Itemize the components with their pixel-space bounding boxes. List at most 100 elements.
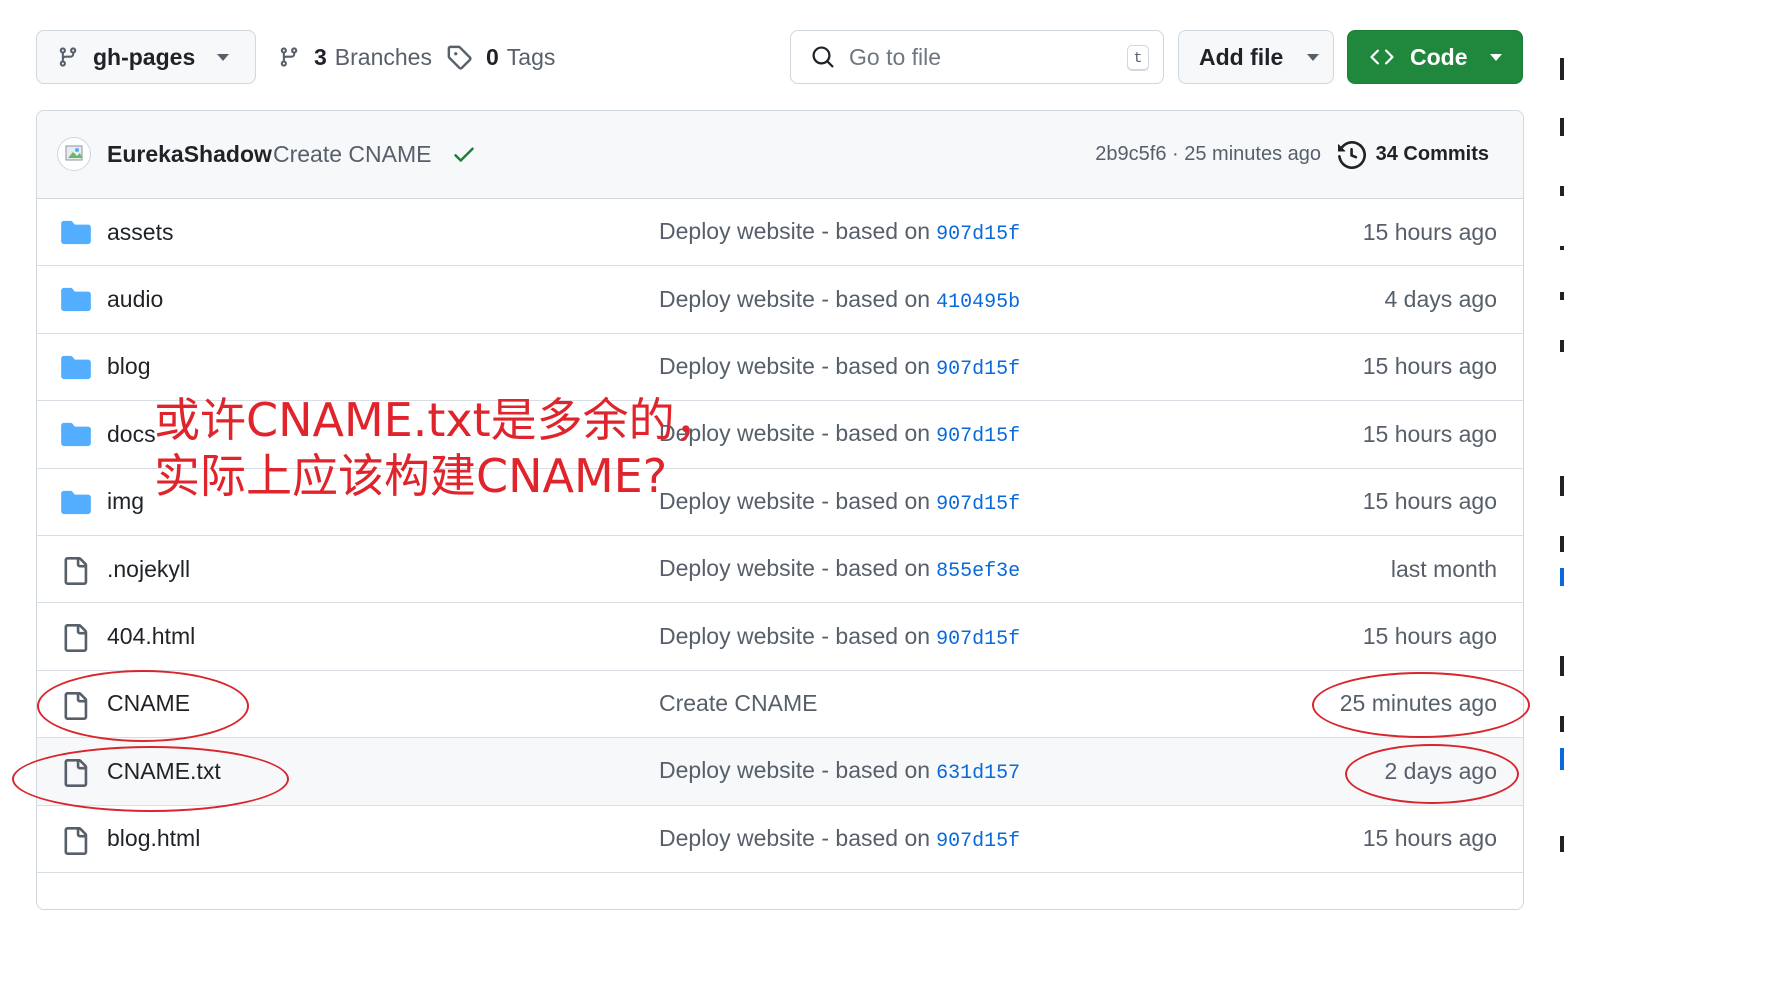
relative-time: 15 hours ago — [1362, 218, 1497, 245]
tags-link[interactable]: 0 Tags — [446, 30, 555, 84]
branch-name: gh-pages — [93, 43, 196, 70]
broken-image-icon — [65, 145, 83, 161]
file-name-link[interactable]: img — [107, 488, 144, 515]
commit-message-link[interactable]: Create CNAME — [659, 690, 817, 717]
avatar[interactable] — [57, 137, 91, 171]
sidebar-fragment — [1560, 656, 1564, 676]
commit-message-text: Deploy website - based on — [659, 218, 931, 245]
relative-time: 15 hours ago — [1362, 623, 1497, 650]
file-name-link[interactable]: docs — [107, 421, 156, 448]
add-file-label: Add file — [1199, 43, 1284, 70]
commit-message-link[interactable]: Deploy website - based on 907d15f — [659, 825, 1020, 853]
code-button[interactable]: Code — [1347, 30, 1523, 84]
search-placeholder: Go to file — [849, 43, 942, 70]
git-branch-icon — [280, 47, 298, 67]
file-name-link[interactable]: blog.html — [107, 825, 200, 852]
annotation-circle-cname-txt-time — [1345, 744, 1519, 804]
chevron-down-icon — [1307, 53, 1320, 61]
folder-icon — [61, 354, 93, 382]
commit-sha-time[interactable]: 2b9c5f6 · 25 minutes ago — [1095, 143, 1321, 166]
commit-message-link[interactable]: Deploy website - based on 907d15f — [659, 218, 1020, 246]
branches-link[interactable]: 3 Branches — [278, 30, 432, 84]
commit-sha-link[interactable]: 907d15f — [936, 223, 1020, 246]
file-name-link[interactable]: .nojekyll — [107, 556, 190, 583]
add-file-button[interactable]: Add file — [1178, 30, 1334, 84]
sidebar-fragment — [1560, 476, 1564, 496]
latest-commit-bar: EurekaShadow Create CNAME 2b9c5f6 · 25 m… — [37, 111, 1523, 199]
annotation-line-2: 实际上应该构建CNAME? — [154, 449, 668, 503]
file-name-link[interactable]: audio — [107, 286, 163, 313]
folder-icon — [61, 219, 93, 247]
relative-time: 15 hours ago — [1362, 420, 1497, 447]
keyboard-shortcut-hint: t — [1127, 45, 1149, 71]
sidebar-fragment — [1560, 536, 1564, 552]
branches-label: Branches — [334, 43, 432, 70]
commit-message-link[interactable]: Deploy website - based on 410495b — [659, 286, 1020, 314]
commit-message-link[interactable]: Deploy website - based on 907d15f — [659, 623, 1020, 651]
sidebar-link-fragment[interactable] — [1560, 748, 1564, 770]
file-icon — [61, 623, 93, 653]
annotation-circle-cname-time — [1312, 672, 1530, 738]
commit-sha-link[interactable]: 410495b — [936, 291, 1020, 314]
sidebar-fragment — [1560, 186, 1564, 196]
relative-time: 4 days ago — [1384, 286, 1497, 313]
annotation-line-1: 或许CNAME.txt是多余的， — [154, 393, 721, 447]
relative-time: 15 hours ago — [1362, 353, 1497, 380]
sidebar-link-fragment[interactable] — [1560, 568, 1564, 586]
code-label: Code — [1410, 43, 1468, 70]
chevron-down-icon — [1489, 53, 1502, 61]
commit-message-link[interactable]: Deploy website - based on 631d157 — [659, 757, 1020, 785]
tag-icon — [447, 45, 472, 70]
file-icon — [61, 826, 93, 855]
commit-sha-link[interactable]: 907d15f — [936, 830, 1020, 853]
commit-message-text: Deploy website - based on — [659, 622, 931, 649]
table-row[interactable]: CNAME Create CNAME 25 minutes ago — [37, 671, 1523, 739]
relative-time: 15 hours ago — [1362, 825, 1497, 852]
commit-sha-link[interactable]: 907d15f — [936, 628, 1020, 651]
branches-count: 3 — [314, 43, 327, 70]
file-name-link[interactable]: 404.html — [107, 623, 195, 650]
go-to-file-input[interactable]: Go to file t — [790, 30, 1164, 84]
sidebar-fragment — [1560, 340, 1564, 352]
tags-count: 0 — [486, 43, 499, 70]
sidebar-fragment — [1560, 836, 1564, 852]
commit-sha-link[interactable]: 855ef3e — [936, 560, 1020, 583]
commit-message-text: Deploy website - based on — [659, 757, 931, 784]
commit-message-text: Deploy website - based on — [659, 285, 931, 312]
commit-message-link[interactable]: Deploy website - based on 855ef3e — [659, 555, 1020, 583]
commit-message-text: Create CNAME — [659, 690, 818, 717]
commit-message-text: Deploy website - based on — [659, 824, 931, 851]
annotation-circle-cname — [37, 670, 249, 742]
commit-message-link[interactable]: Deploy website - based on 907d15f — [659, 353, 1020, 381]
commit-sha-link[interactable]: 907d15f — [936, 493, 1020, 516]
commit-sha-link[interactable]: 907d15f — [936, 425, 1020, 448]
sidebar-fragment — [1560, 58, 1564, 80]
folder-icon — [61, 421, 93, 449]
table-row[interactable]: assets Deploy website - based on 907d15f 15… — [37, 199, 1523, 267]
about-sidebar-clipped — [1560, 40, 1571, 900]
commit-sha-link[interactable]: 907d15f — [936, 358, 1020, 381]
check-icon[interactable] — [451, 141, 477, 167]
commit-message[interactable]: Create CNAME — [273, 141, 431, 168]
sidebar-fragment — [1560, 716, 1564, 732]
relative-time: last month — [1390, 555, 1497, 582]
commit-message-text: Deploy website - based on — [659, 352, 931, 379]
annotation-text: 或许CNAME.txt是多余的， 实际上应该构建CNAME? — [154, 392, 721, 504]
commit-author[interactable]: EurekaShadow — [107, 141, 272, 168]
commit-sha-link[interactable]: 631d157 — [936, 762, 1020, 785]
commits-count: 34 Commits — [1375, 143, 1489, 165]
annotation-circle-cname-txt — [12, 746, 289, 812]
branch-selector-button[interactable]: gh-pages — [36, 30, 256, 84]
sidebar-fragment — [1560, 118, 1564, 136]
table-row[interactable]: .nojekyll Deploy website - based on 855ef3… — [37, 536, 1523, 604]
table-row[interactable]: audio Deploy website - based on 410495b 4 d… — [37, 266, 1523, 334]
file-name-link[interactable]: assets — [107, 219, 173, 246]
sidebar-fragment — [1560, 246, 1564, 250]
commits-link[interactable]: 34 Commits — [1337, 140, 1489, 169]
table-row[interactable]: blog.html Deploy website - based on 907d15… — [37, 806, 1523, 873]
tags-label: Tags — [506, 43, 556, 70]
code-icon — [1370, 49, 1394, 65]
table-row[interactable]: 404.html Deploy website - based on 907d15f… — [37, 603, 1523, 671]
file-name-link[interactable]: blog — [107, 353, 150, 380]
search-icon — [812, 46, 834, 68]
